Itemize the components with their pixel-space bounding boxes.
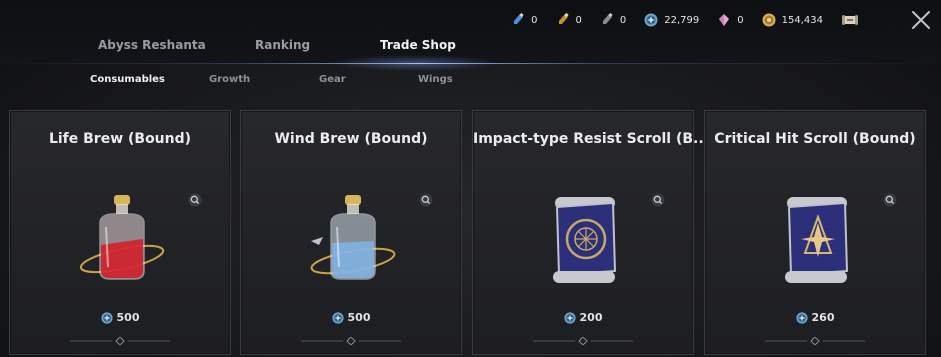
gray-vial-icon bbox=[602, 13, 613, 24]
currency-gray-vial[interactable]: 0 bbox=[600, 13, 626, 27]
tab-underline bbox=[0, 63, 941, 64]
price-value: 200 bbox=[579, 311, 603, 324]
shop-item-card[interactable]: Impact-type Resist Scroll (B... 200 bbox=[472, 110, 709, 355]
currency-bar: 0 0 0 22,799 0 154,434 bbox=[493, 10, 865, 30]
subtab-consumables[interactable]: Consumables bbox=[90, 74, 165, 85]
zoom-icon[interactable] bbox=[651, 193, 665, 207]
tab-ranking[interactable]: Ranking bbox=[255, 38, 310, 52]
ornament-divider bbox=[70, 337, 170, 345]
blue-potion-icon bbox=[310, 195, 396, 280]
tab-trade-shop[interactable]: Trade Shop bbox=[380, 38, 456, 52]
price-value: 500 bbox=[347, 311, 371, 324]
currency-value: 154,434 bbox=[781, 14, 823, 26]
currency-gold-coin[interactable]: 154,434 bbox=[762, 13, 823, 27]
ornament-divider bbox=[301, 337, 401, 345]
item-price: 500 bbox=[10, 311, 230, 324]
subtab-growth[interactable]: Growth bbox=[209, 74, 250, 85]
close-icon[interactable] bbox=[909, 8, 933, 32]
currency-blue-vial[interactable]: 0 bbox=[511, 13, 538, 27]
subtab-wings[interactable]: Wings bbox=[418, 74, 453, 85]
currency-gold-vial[interactable]: 0 bbox=[556, 13, 582, 27]
critical-scroll-icon bbox=[785, 197, 849, 283]
blue-coin-icon bbox=[100, 311, 113, 324]
ornament-divider bbox=[765, 337, 865, 345]
currency-blue-coin[interactable]: 22,799 bbox=[644, 13, 699, 27]
ornament-divider bbox=[533, 337, 633, 345]
currency-value: 0 bbox=[531, 14, 538, 26]
blue-vial-icon bbox=[514, 13, 524, 24]
gold-vial-icon bbox=[558, 13, 569, 24]
blue-coin-icon bbox=[644, 13, 658, 27]
item-price: 200 bbox=[473, 311, 693, 324]
blue-coin-icon bbox=[331, 311, 344, 324]
resist-scroll-icon bbox=[553, 197, 617, 283]
blue-coin-icon bbox=[795, 311, 808, 324]
shop-item-card[interactable]: Wind Brew (Bound) 500 bbox=[240, 110, 462, 355]
zoom-icon[interactable] bbox=[419, 193, 433, 207]
price-value: 260 bbox=[811, 311, 835, 324]
pink-crystal-icon bbox=[719, 14, 730, 26]
currency-value: 0 bbox=[575, 14, 582, 26]
scroll-bundle-icon bbox=[842, 15, 858, 25]
zoom-icon[interactable] bbox=[883, 193, 897, 207]
item-price: 260 bbox=[705, 311, 925, 324]
gold-coin-icon bbox=[762, 13, 776, 27]
item-name: Life Brew (Bound) bbox=[48, 131, 192, 147]
zoom-icon[interactable] bbox=[188, 193, 202, 207]
currency-scroll-bundle[interactable] bbox=[841, 13, 865, 27]
tab-abyss-reshanta[interactable]: Abyss Reshanta bbox=[98, 38, 206, 52]
shop-item-card[interactable]: Life Brew (Bound) 500 bbox=[9, 110, 231, 355]
item-name: Impact-type Resist Scroll (B... bbox=[473, 131, 709, 147]
red-potion-icon bbox=[79, 195, 165, 280]
currency-value: 22,799 bbox=[664, 14, 700, 26]
currency-value: 0 bbox=[619, 14, 627, 26]
item-name: Critical Hit Scroll (Bound) bbox=[714, 131, 916, 147]
blue-coin-icon bbox=[563, 311, 576, 324]
subtab-gear[interactable]: Gear bbox=[319, 74, 346, 85]
shop-item-card[interactable]: Critical Hit Scroll (Bound) 260 bbox=[704, 110, 926, 355]
currency-value: 0 bbox=[737, 14, 744, 26]
item-name: Wind Brew (Bound) bbox=[274, 131, 428, 147]
item-price: 500 bbox=[241, 311, 461, 324]
price-value: 500 bbox=[116, 311, 140, 324]
sub-tabs: Consumables Growth Gear Wings bbox=[0, 74, 941, 90]
currency-pink-crystal[interactable]: 0 bbox=[717, 13, 744, 27]
